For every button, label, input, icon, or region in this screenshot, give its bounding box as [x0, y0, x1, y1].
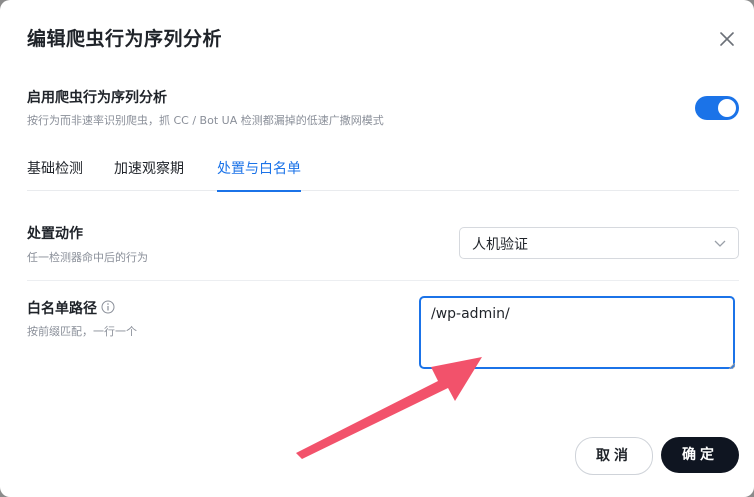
edit-dialog: 编辑爬虫行为序列分析 启用爬虫行为序列分析 按行为而非速率识别爬虫，抓 CC /…: [0, 0, 754, 497]
action-description: 任一检测器命中后的行为: [27, 251, 148, 264]
enable-label: 启用爬虫行为序列分析: [27, 90, 167, 106]
tab-bar: 基础检测 加速观察期 处置与白名单: [27, 150, 739, 192]
cancel-button[interactable]: 取消: [575, 437, 653, 475]
tab-accelerated-observation[interactable]: 加速观察期: [114, 158, 184, 190]
dialog-title: 编辑爬虫行为序列分析: [27, 28, 223, 50]
whitelist-label: 白名单路径: [27, 301, 97, 317]
enable-description: 按行为而非速率识别爬虫，抓 CC / Bot UA 检测都漏掉的低速广撒网模式: [27, 114, 384, 127]
divider: [27, 280, 739, 281]
resize-grip-icon[interactable]: [728, 362, 735, 369]
chevron-down-icon: [714, 240, 726, 247]
tab-action-whitelist[interactable]: 处置与白名单: [217, 158, 301, 192]
ok-button[interactable]: 确定: [661, 437, 739, 473]
action-label: 处置动作: [27, 226, 83, 242]
tab-basic-detection[interactable]: 基础检测: [27, 158, 83, 190]
action-select[interactable]: 人机验证: [459, 227, 739, 259]
whitelist-description: 按前缀匹配，一行一个: [27, 325, 137, 338]
toggle-knob: [718, 99, 736, 117]
enable-toggle[interactable]: [695, 96, 739, 120]
action-select-value: 人机验证: [472, 237, 528, 253]
close-icon[interactable]: [716, 28, 738, 50]
annotation-arrow-icon: [296, 357, 482, 459]
info-icon[interactable]: [101, 300, 115, 314]
